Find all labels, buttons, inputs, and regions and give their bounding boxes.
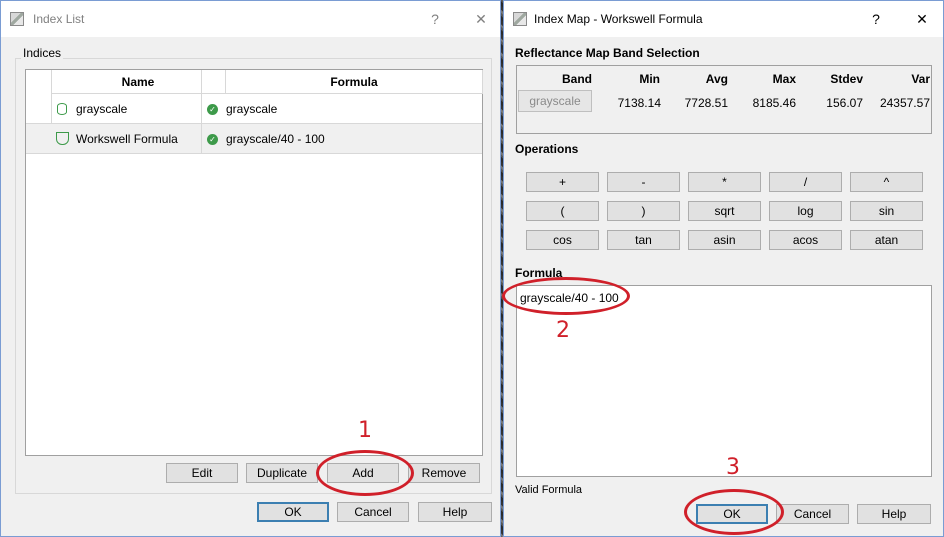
op-cos-button[interactable]: cos	[526, 230, 599, 250]
valid-check-icon: ✓	[207, 134, 218, 145]
header-avg: Avg	[705, 72, 728, 86]
close-icon[interactable]: ✕	[912, 9, 932, 29]
app-icon	[10, 12, 24, 26]
annotation-ellipse-ok	[684, 489, 784, 535]
value-avg: 7728.51	[684, 96, 728, 110]
cancel-button[interactable]: Cancel	[337, 502, 409, 522]
band-grayscale-button[interactable]: grayscale	[518, 90, 592, 112]
database-icon	[57, 103, 67, 115]
op-asin-button[interactable]: asin	[688, 230, 761, 250]
help-button[interactable]: Help	[857, 504, 931, 524]
table-row[interactable]: Workswell Formula ✓ grayscale/40 - 100	[26, 124, 482, 154]
op-open-paren-button[interactable]: (	[526, 201, 599, 221]
column-header-name[interactable]: Name	[51, 70, 226, 94]
op-minus-button[interactable]: -	[607, 172, 680, 192]
annotation-number-2: 2	[556, 318, 570, 343]
help-icon[interactable]: ?	[866, 9, 886, 29]
close-icon[interactable]: ✕	[471, 9, 491, 29]
op-power-button[interactable]: ^	[850, 172, 923, 192]
header-min: Min	[639, 72, 660, 86]
op-atan-button[interactable]: atan	[850, 230, 923, 250]
edit-button[interactable]: Edit	[166, 463, 238, 483]
op-sin-button[interactable]: sin	[850, 201, 923, 221]
help-icon[interactable]: ?	[425, 9, 445, 29]
valid-check-icon: ✓	[207, 104, 218, 115]
window-title: Index Map - Workswell Formula	[534, 12, 703, 26]
remove-button[interactable]: Remove	[408, 463, 480, 483]
op-divide-button[interactable]: /	[769, 172, 842, 192]
value-stdev: 156.07	[826, 96, 863, 110]
op-sqrt-button[interactable]: sqrt	[688, 201, 761, 221]
titlebar[interactable]: Index List ? ✕	[1, 1, 500, 37]
app-icon	[513, 12, 527, 26]
annotation-ellipse-add	[316, 450, 414, 496]
op-tan-button[interactable]: tan	[607, 230, 680, 250]
operations-title: Operations	[515, 142, 579, 156]
row-formula: grayscale	[226, 102, 278, 116]
op-plus-button[interactable]: +	[526, 172, 599, 192]
annotation-number-3: 3	[726, 455, 740, 480]
window-title: Index List	[33, 12, 85, 26]
row-name: grayscale	[76, 102, 128, 116]
column-header-formula[interactable]: Formula	[226, 70, 483, 94]
op-acos-button[interactable]: acos	[769, 230, 842, 250]
indices-group-label: Indices	[21, 46, 64, 60]
indices-table[interactable]: Name Formula grayscale ✓ grayscale Works…	[25, 69, 483, 456]
header-band: Band	[562, 72, 592, 86]
index-map-dialog: Index Map - Workswell Formula ? ✕ Reflec…	[503, 0, 944, 537]
row-formula: grayscale/40 - 100	[226, 132, 325, 146]
formula-index-icon	[56, 132, 69, 145]
ok-button[interactable]: OK	[257, 502, 329, 522]
value-max: 8185.46	[752, 96, 796, 110]
formula-status: Valid Formula	[515, 484, 583, 496]
op-log-button[interactable]: log	[769, 201, 842, 221]
titlebar[interactable]: Index Map - Workswell Formula ? ✕	[504, 1, 943, 37]
table-row[interactable]: grayscale ✓ grayscale	[26, 94, 482, 124]
annotation-number-1: 1	[358, 418, 372, 443]
value-var: 24357.57	[879, 96, 930, 110]
header-var: Var	[911, 72, 930, 86]
index-list-dialog: Index List ? ✕ Indices Name Formula gray…	[0, 0, 501, 537]
header-stdev: Stdev	[830, 72, 863, 86]
help-button[interactable]: Help	[418, 502, 492, 522]
annotation-ellipse-formula	[502, 277, 630, 315]
row-name: Workswell Formula	[76, 132, 178, 146]
value-min: 7138.14	[617, 96, 661, 110]
header-max: Max	[772, 72, 796, 86]
cancel-button[interactable]: Cancel	[776, 504, 849, 524]
op-close-paren-button[interactable]: )	[607, 201, 680, 221]
band-selection-title: Reflectance Map Band Selection	[515, 46, 700, 60]
op-multiply-button[interactable]: *	[688, 172, 761, 192]
duplicate-button[interactable]: Duplicate	[246, 463, 318, 483]
